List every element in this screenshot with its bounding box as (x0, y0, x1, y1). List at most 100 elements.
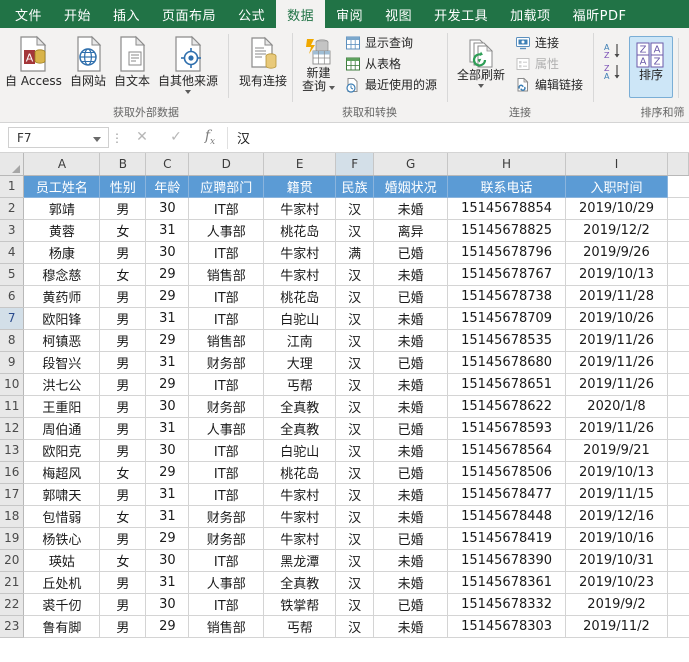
cell-D10[interactable]: IT部 (189, 373, 264, 395)
cell-F17[interactable]: 汉 (336, 483, 374, 505)
cell-C7[interactable]: 31 (146, 307, 189, 329)
cell-H18[interactable]: 15145678448 (448, 505, 566, 527)
cell-G17[interactable]: 未婚 (374, 483, 448, 505)
cell-J21[interactable] (667, 571, 688, 593)
cell-C8[interactable]: 29 (146, 329, 189, 351)
column-header-A[interactable]: A (24, 153, 100, 175)
cell-B5[interactable]: 女 (100, 263, 146, 285)
cell-A11[interactable]: 王重阳 (24, 395, 100, 417)
cell-J2[interactable] (667, 197, 688, 219)
cell-G22[interactable]: 已婚 (374, 593, 448, 615)
cell-G2[interactable]: 未婚 (374, 197, 448, 219)
sort-dialog-button[interactable]: Z A A Z 排序 (629, 36, 673, 98)
cell-J1[interactable] (667, 175, 688, 197)
cell-D5[interactable]: 销售部 (189, 263, 264, 285)
connections-button[interactable]: 连接 (511, 32, 587, 53)
cell-C17[interactable]: 31 (146, 483, 189, 505)
cell-B7[interactable]: 男 (100, 307, 146, 329)
cell-I11[interactable]: 2020/1/8 (566, 395, 668, 417)
cell-F11[interactable]: 汉 (336, 395, 374, 417)
cell-A22[interactable]: 裘千仞 (24, 593, 100, 615)
cell-F21[interactable]: 汉 (336, 571, 374, 593)
cell-B16[interactable]: 女 (100, 461, 146, 483)
cell-H21[interactable]: 15145678361 (448, 571, 566, 593)
show-queries-button[interactable]: 显示查询 (341, 32, 441, 53)
cell-B11[interactable]: 男 (100, 395, 146, 417)
cell-D8[interactable]: 销售部 (189, 329, 264, 351)
from-text-button[interactable]: 自文本 (110, 32, 154, 88)
cell-A23[interactable]: 鲁有脚 (24, 615, 100, 637)
cell-F5[interactable]: 汉 (336, 263, 374, 285)
cell-J9[interactable] (667, 351, 688, 373)
row-header-8[interactable]: 8 (0, 329, 24, 351)
row-header-9[interactable]: 9 (0, 351, 24, 373)
cell-G10[interactable]: 未婚 (374, 373, 448, 395)
cell-F22[interactable]: 汉 (336, 593, 374, 615)
from-other-sources-button[interactable]: 自其他来源 (154, 32, 222, 94)
row-header-5[interactable]: 5 (0, 263, 24, 285)
column-header-D[interactable]: D (189, 153, 264, 175)
cell-H16[interactable]: 15145678506 (448, 461, 566, 483)
cell-D12[interactable]: 人事部 (189, 417, 264, 439)
cell-D3[interactable]: 人事部 (189, 219, 264, 241)
cell-E6[interactable]: 桃花岛 (264, 285, 336, 307)
cell-D21[interactable]: 人事部 (189, 571, 264, 593)
cell-A1[interactable]: 员工姓名 (24, 175, 100, 197)
cell-D4[interactable]: IT部 (189, 241, 264, 263)
cell-I16[interactable]: 2019/10/13 (566, 461, 668, 483)
cell-H1[interactable]: 联系电话 (448, 175, 566, 197)
column-header-I[interactable]: I (566, 153, 668, 175)
cell-B9[interactable]: 男 (100, 351, 146, 373)
cell-E18[interactable]: 牛家村 (264, 505, 336, 527)
row-header-22[interactable]: 22 (0, 593, 24, 615)
ribbon-tab-6[interactable]: 审阅 (325, 0, 374, 28)
cell-E22[interactable]: 铁掌帮 (264, 593, 336, 615)
cell-I4[interactable]: 2019/9/26 (566, 241, 668, 263)
cell-A5[interactable]: 穆念慈 (24, 263, 100, 285)
cell-H4[interactable]: 15145678796 (448, 241, 566, 263)
cell-C20[interactable]: 30 (146, 549, 189, 571)
cell-F18[interactable]: 汉 (336, 505, 374, 527)
cell-F1[interactable]: 民族 (336, 175, 374, 197)
cell-A16[interactable]: 梅超风 (24, 461, 100, 483)
cell-J4[interactable] (667, 241, 688, 263)
cell-F13[interactable]: 汉 (336, 439, 374, 461)
cell-J5[interactable] (667, 263, 688, 285)
cell-D6[interactable]: IT部 (189, 285, 264, 307)
row-header-10[interactable]: 10 (0, 373, 24, 395)
cell-C11[interactable]: 30 (146, 395, 189, 417)
row-header-21[interactable]: 21 (0, 571, 24, 593)
cell-F10[interactable]: 汉 (336, 373, 374, 395)
column-header-G[interactable]: G (374, 153, 448, 175)
cell-I2[interactable]: 2019/10/29 (566, 197, 668, 219)
cell-I8[interactable]: 2019/11/26 (566, 329, 668, 351)
cell-C9[interactable]: 31 (146, 351, 189, 373)
cell-E12[interactable]: 全真教 (264, 417, 336, 439)
cell-B2[interactable]: 男 (100, 197, 146, 219)
column-header-B[interactable]: B (100, 153, 146, 175)
cell-A19[interactable]: 杨铁心 (24, 527, 100, 549)
ribbon-tab-9[interactable]: 加载项 (499, 0, 562, 28)
cell-E9[interactable]: 大理 (264, 351, 336, 373)
cell-F19[interactable]: 汉 (336, 527, 374, 549)
cell-C6[interactable]: 29 (146, 285, 189, 307)
row-header-19[interactable]: 19 (0, 527, 24, 549)
cell-G9[interactable]: 已婚 (374, 351, 448, 373)
sort-ascending-button[interactable]: A Z (599, 40, 627, 61)
cell-D19[interactable]: 财务部 (189, 527, 264, 549)
cell-I20[interactable]: 2019/10/31 (566, 549, 668, 571)
row-header-18[interactable]: 18 (0, 505, 24, 527)
from-web-button[interactable]: 自网站 (66, 32, 110, 88)
cell-J22[interactable] (667, 593, 688, 615)
cell-B4[interactable]: 男 (100, 241, 146, 263)
cell-B10[interactable]: 男 (100, 373, 146, 395)
cell-C18[interactable]: 31 (146, 505, 189, 527)
cell-C10[interactable]: 29 (146, 373, 189, 395)
cell-I19[interactable]: 2019/10/16 (566, 527, 668, 549)
cell-H10[interactable]: 15145678651 (448, 373, 566, 395)
cell-F23[interactable]: 汉 (336, 615, 374, 637)
cell-J10[interactable] (667, 373, 688, 395)
row-header-4[interactable]: 4 (0, 241, 24, 263)
new-query-button[interactable]: 新建 查询 (298, 32, 339, 93)
cell-A8[interactable]: 柯镇恶 (24, 329, 100, 351)
